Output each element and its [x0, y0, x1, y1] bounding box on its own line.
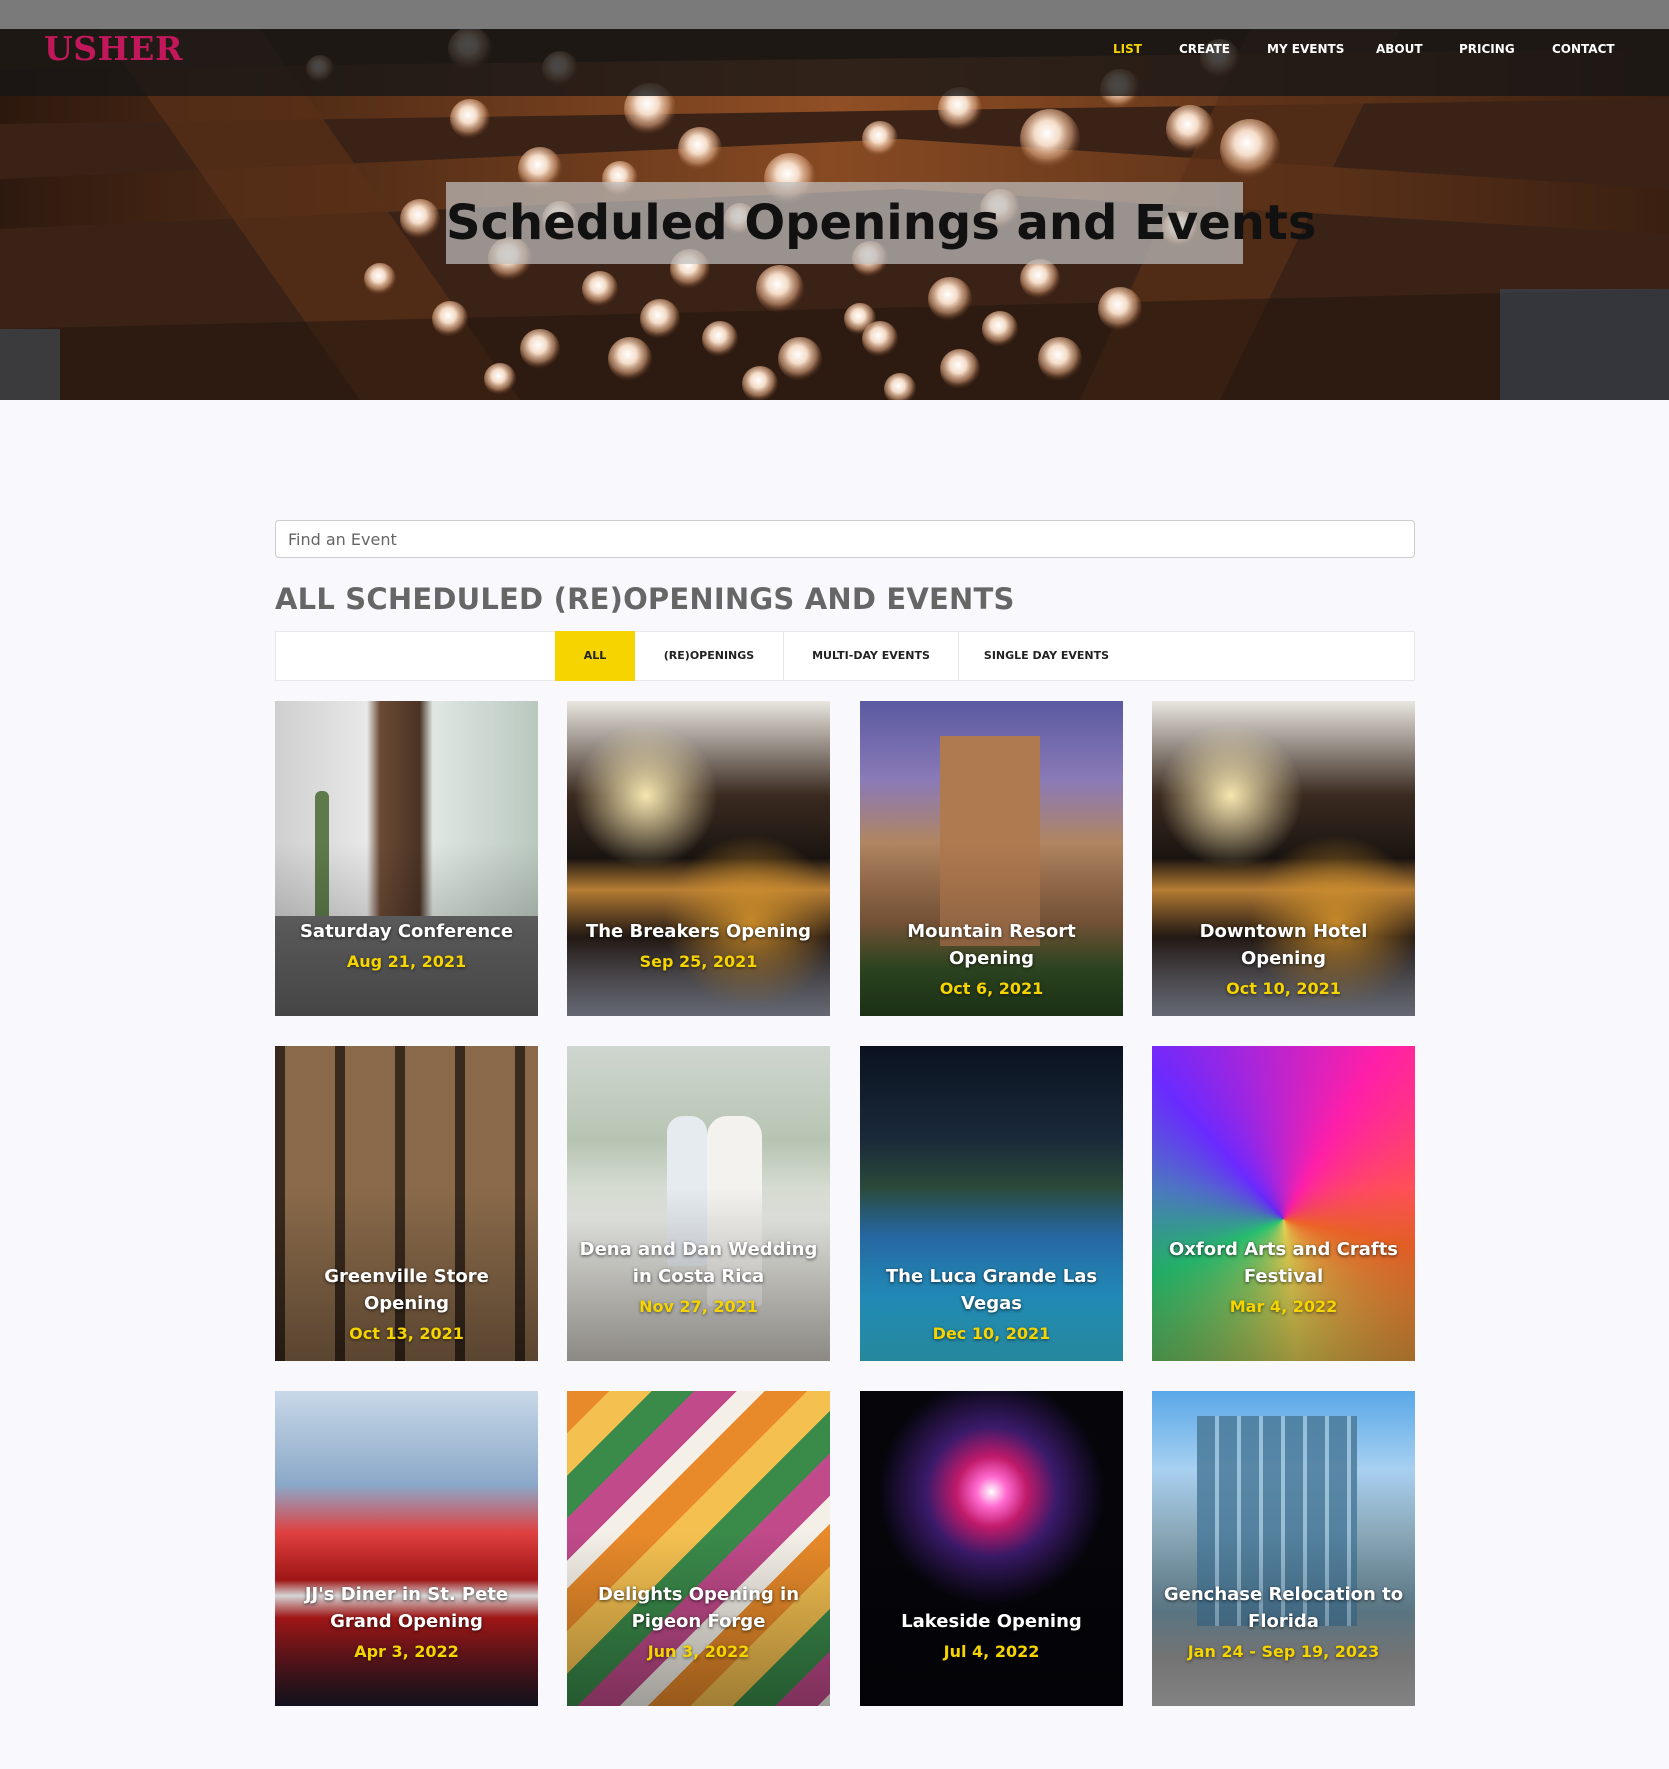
- event-card[interactable]: Mountain Resort Opening Oct 6, 2021: [860, 701, 1123, 1016]
- filter-tab-single-day[interactable]: SINGLE DAY EVENTS: [959, 631, 1134, 681]
- event-date: Oct 6, 2021: [939, 979, 1044, 998]
- event-title: Delights Opening in Pigeon Forge: [597, 1584, 800, 1632]
- event-card[interactable]: Downtown Hotel Opening Oct 10, 2021: [1152, 701, 1415, 1016]
- event-card[interactable]: JJ's Diner in St. Pete Grand Opening Apr…: [275, 1391, 538, 1706]
- event-title: Oxford Arts and Crafts Festival: [1168, 1239, 1399, 1287]
- event-card[interactable]: Oxford Arts and Crafts Festival Mar 4, 2…: [1152, 1046, 1415, 1361]
- filter-tab-all[interactable]: ALL: [555, 631, 635, 681]
- event-title: Dena and Dan Wedding in Costa Rica: [579, 1239, 818, 1287]
- event-title: Saturday Conference: [299, 921, 514, 942]
- nav-list[interactable]: LIST: [1113, 40, 1142, 58]
- event-card[interactable]: The Breakers Opening Sep 25, 2021: [567, 701, 830, 1016]
- event-title: Lakeside Opening: [901, 1611, 1082, 1632]
- usher-logo[interactable]: USHER: [44, 29, 183, 69]
- event-title: The Breakers Opening: [585, 921, 812, 942]
- event-card[interactable]: Delights Opening in Pigeon Forge Jun 3, …: [567, 1391, 830, 1706]
- event-date: Jun 3, 2022: [647, 1642, 750, 1661]
- event-title: JJ's Diner in St. Pete Grand Opening: [304, 1584, 509, 1632]
- nav-about[interactable]: ABOUT: [1376, 40, 1423, 58]
- event-card[interactable]: Genchase Relocation to Florida Jan 24 - …: [1152, 1391, 1415, 1706]
- search-input[interactable]: [275, 520, 1415, 558]
- event-caption: Oxford Arts and Crafts Festival Mar 4, 2…: [1152, 1236, 1415, 1324]
- event-caption: Mountain Resort Opening Oct 6, 2021: [860, 918, 1123, 1006]
- event-card[interactable]: Greenville Store Opening Oct 13, 2021: [275, 1046, 538, 1361]
- hero-title: Scheduled Openings and Events: [446, 195, 1317, 251]
- section-title: ALL SCHEDULED (RE)OPENINGS AND EVENTS: [275, 582, 1015, 616]
- event-caption: Lakeside Opening Jul 4, 2022: [860, 1608, 1123, 1669]
- event-title: Downtown Hotel Opening: [1199, 921, 1368, 969]
- event-caption: Delights Opening in Pigeon Forge Jun 3, …: [567, 1581, 830, 1669]
- event-caption: The Breakers Opening Sep 25, 2021: [567, 918, 830, 979]
- event-caption: The Luca Grande Las Vegas Dec 10, 2021: [860, 1263, 1123, 1351]
- event-date: Oct 13, 2021: [349, 1324, 464, 1343]
- event-date: Aug 21, 2021: [346, 952, 467, 971]
- nav-contact[interactable]: CONTACT: [1552, 40, 1615, 58]
- event-card[interactable]: Saturday Conference Aug 21, 2021: [275, 701, 538, 1016]
- event-caption: Dena and Dan Wedding in Costa Rica Nov 2…: [567, 1236, 830, 1324]
- event-card[interactable]: Dena and Dan Wedding in Costa Rica Nov 2…: [567, 1046, 830, 1361]
- event-caption: Downtown Hotel Opening Oct 10, 2021: [1152, 918, 1415, 1006]
- browser-top-strip: [0, 0, 1669, 29]
- filter-tab-reopenings[interactable]: (RE)OPENINGS: [635, 631, 784, 681]
- event-date: Jan 24 - Sep 19, 2023: [1187, 1642, 1380, 1661]
- event-card[interactable]: Lakeside Opening Jul 4, 2022: [860, 1391, 1123, 1706]
- event-title: Greenville Store Opening: [324, 1266, 489, 1314]
- event-title: The Luca Grande Las Vegas: [885, 1266, 1098, 1314]
- event-title: Genchase Relocation to Florida: [1163, 1584, 1404, 1632]
- nav-create[interactable]: CREATE: [1179, 40, 1230, 58]
- event-date: Nov 27, 2021: [639, 1297, 758, 1316]
- event-caption: Genchase Relocation to Florida Jan 24 - …: [1152, 1581, 1415, 1669]
- nav-my-events[interactable]: MY EVENTS: [1267, 40, 1344, 58]
- event-date: Mar 4, 2022: [1229, 1297, 1338, 1316]
- event-date: Sep 25, 2021: [639, 952, 758, 971]
- event-title: Mountain Resort Opening: [907, 921, 1076, 969]
- nav-pricing[interactable]: PRICING: [1459, 40, 1515, 58]
- event-date: Apr 3, 2022: [354, 1642, 459, 1661]
- event-date: Jul 4, 2022: [943, 1642, 1040, 1661]
- event-date: Dec 10, 2021: [932, 1324, 1051, 1343]
- event-caption: JJ's Diner in St. Pete Grand Opening Apr…: [275, 1581, 538, 1669]
- event-card[interactable]: The Luca Grande Las Vegas Dec 10, 2021: [860, 1046, 1123, 1361]
- event-caption: Saturday Conference Aug 21, 2021: [275, 918, 538, 979]
- filter-tab-multi-day[interactable]: MULTI-DAY EVENTS: [784, 631, 959, 681]
- event-caption: Greenville Store Opening Oct 13, 2021: [275, 1263, 538, 1351]
- event-date: Oct 10, 2021: [1226, 979, 1341, 998]
